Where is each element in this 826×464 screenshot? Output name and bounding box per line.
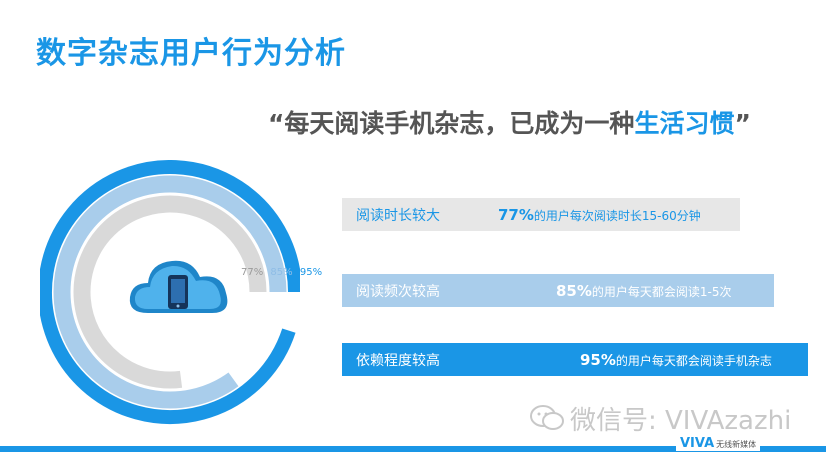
stat-bar-label: 依赖程度较高 (356, 352, 440, 369)
wechat-watermark: 微信号: VIVAzazhi (530, 400, 791, 439)
stat-bar-dependency: 依赖程度较高 95%的用户每天都会阅读手机杂志 (342, 343, 808, 376)
stat-bar-label: 阅读频次较高 (356, 283, 440, 300)
ring-label-2: 85% (270, 267, 293, 278)
stat-bar-percent: 85% (556, 281, 592, 300)
ring-label-3: 95% (299, 267, 323, 278)
brand-name: VIVA (680, 436, 715, 451)
page-title: 数字杂志用户行为分析 (36, 36, 346, 71)
quote-highlight: 生活习惯 (634, 109, 735, 138)
cloud-phone-icon (129, 260, 228, 313)
watermark-text: 微信号: VIVAzazhi (570, 406, 792, 436)
stat-bar-frequency: 阅读频次较高 85%的用户每天都会阅读1-5次 (342, 274, 774, 307)
stat-bar-description: 的用户每次阅读时长15-60分钟 (533, 208, 701, 223)
stat-bar-duration: 阅读时长较大 77%的用户每次阅读时长15-60分钟 (342, 198, 740, 231)
radial-chart (40, 160, 300, 424)
brand-logo: VIVA 无线新媒体 (676, 436, 761, 451)
brand-subtitle: 无线新媒体 (716, 440, 757, 449)
stat-bar-percent: 77% (498, 205, 534, 224)
quote-prefix: “每天阅读手机杂志，已成为一种 (268, 109, 635, 138)
ring-label-1: 77% (241, 267, 264, 278)
ring-labels: 77% 85% 95% (241, 267, 326, 278)
quote-suffix: ” (734, 109, 751, 138)
stat-bar-percent: 95% (580, 350, 616, 369)
quote-text: “每天阅读手机杂志，已成为一种生活习惯” (268, 104, 751, 140)
wechat-icon (530, 404, 564, 439)
stat-bar-description: 的用户每天都会阅读手机杂志 (615, 353, 772, 368)
stat-bar-description: 的用户每天都会阅读1-5次 (591, 284, 732, 299)
stat-bar-label: 阅读时长较大 (356, 207, 440, 224)
